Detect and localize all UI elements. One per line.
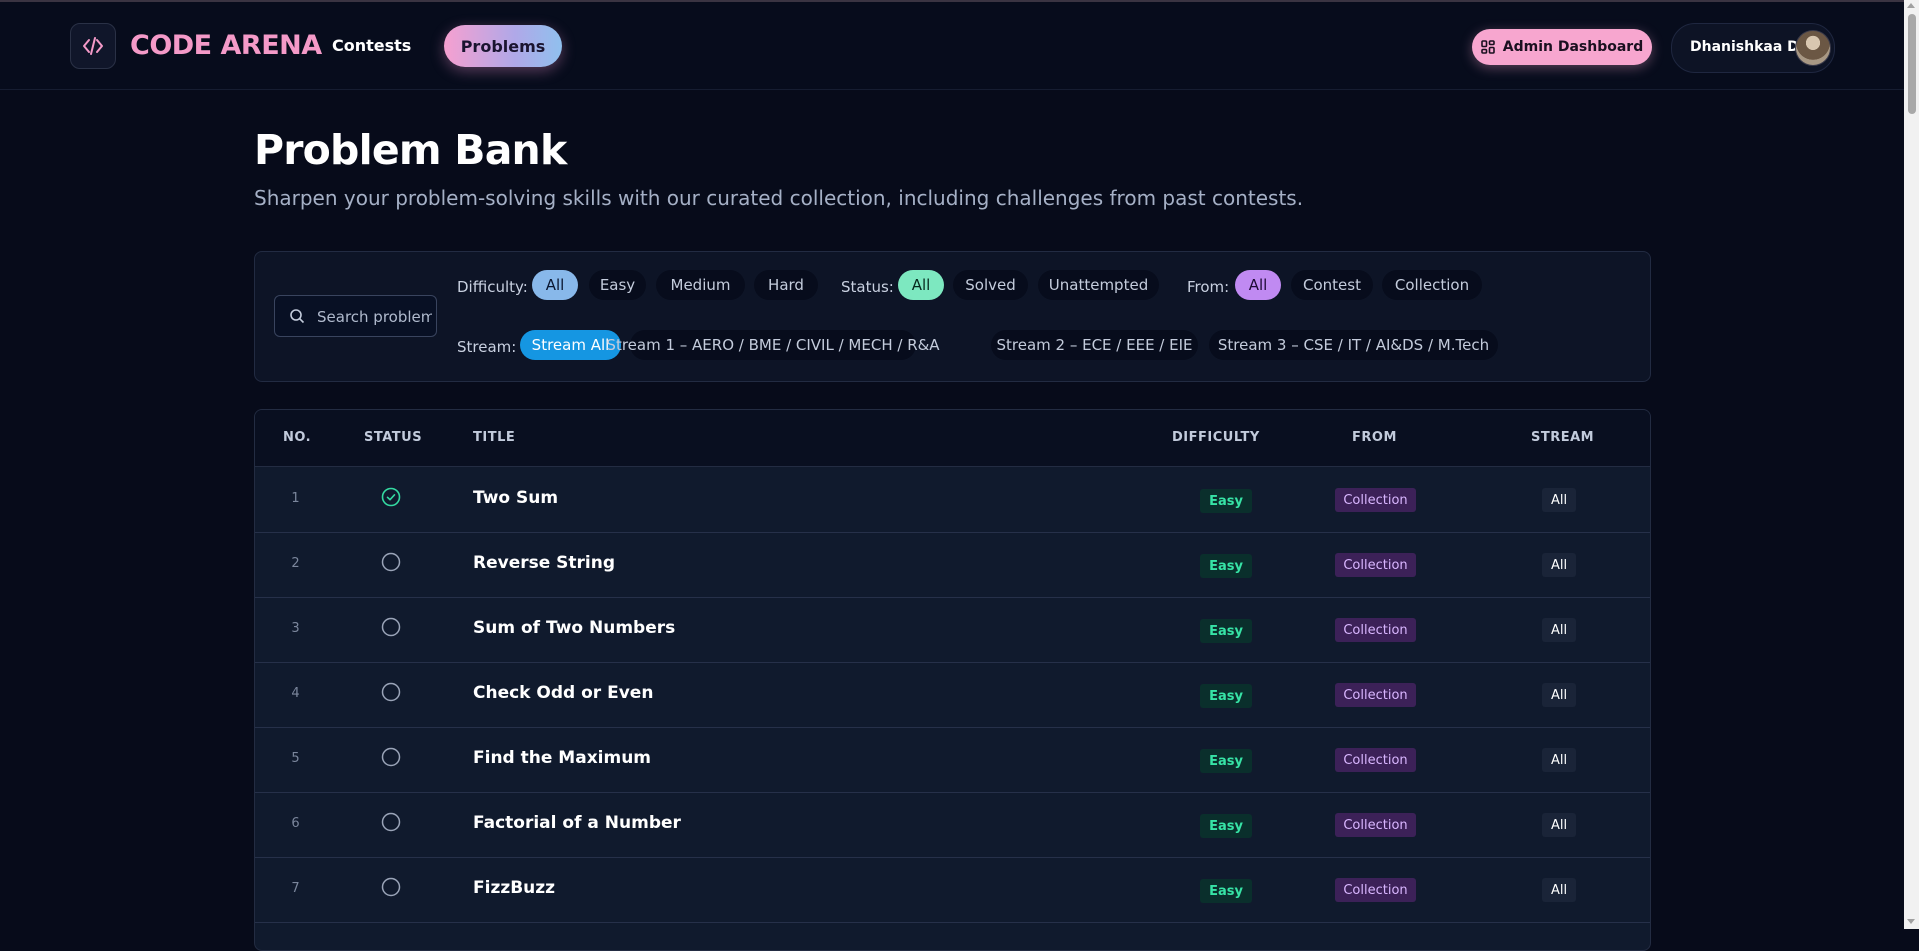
stream-badge: All	[1542, 488, 1576, 512]
problem-title[interactable]: Reverse String	[473, 553, 615, 573]
header-difficulty: DIFFICULTY	[1172, 430, 1260, 445]
header-status: STATUS	[364, 430, 423, 445]
stream-badge: All	[1542, 553, 1576, 577]
status-label: Status:	[841, 278, 894, 296]
difficulty-medium-chip[interactable]: Medium	[656, 270, 745, 300]
difficulty-badge: Easy	[1200, 879, 1252, 903]
difficulty-badge: Easy	[1200, 749, 1252, 773]
search-input[interactable]	[315, 305, 434, 329]
table-header: NO. STATUS TITLE DIFFICULTY FROM STREAM	[255, 410, 1650, 467]
stream-badge: All	[1542, 878, 1576, 902]
difficulty-badge: Easy	[1200, 814, 1252, 838]
status-all-chip[interactable]: All	[898, 270, 944, 300]
unattempted-circle-icon	[381, 617, 401, 637]
problem-title[interactable]: Check Odd or Even	[473, 683, 653, 703]
table-row[interactable]: 1 Two Sum Easy Collection All	[255, 467, 1650, 533]
from-contest-chip[interactable]: Contest	[1291, 270, 1373, 300]
nav-contests-link[interactable]: Contests	[332, 36, 411, 55]
solved-check-icon	[381, 487, 401, 507]
problem-title[interactable]: Factorial of a Number	[473, 813, 681, 833]
header-no: NO.	[283, 430, 312, 445]
table-row[interactable]: 6 Factorial of a Number Easy Collection …	[255, 792, 1650, 858]
status-solved-chip[interactable]: Solved	[953, 270, 1028, 300]
source-badge: Collection	[1335, 488, 1416, 512]
source-badge: Collection	[1335, 618, 1416, 642]
page-title: Problem Bank	[254, 126, 567, 174]
difficulty-all-chip[interactable]: All	[532, 270, 578, 300]
stream-badge: All	[1542, 618, 1576, 642]
brand-name[interactable]: CODE ARENA	[130, 30, 322, 61]
logo-badge[interactable]	[70, 23, 116, 69]
difficulty-badge: Easy	[1200, 619, 1252, 643]
scrollbar-thumb[interactable]	[1908, 14, 1916, 114]
row-number: 4	[291, 686, 300, 701]
from-all-chip[interactable]: All	[1235, 270, 1281, 300]
code-brackets-icon	[83, 37, 103, 55]
row-number: 3	[291, 621, 300, 636]
stream-badge: All	[1542, 683, 1576, 707]
search-box[interactable]	[274, 295, 437, 337]
page-scrollbar[interactable]	[1904, 0, 1919, 929]
header-title: TITLE	[473, 430, 516, 445]
problem-title[interactable]: Two Sum	[473, 488, 558, 508]
problems-table: NO. STATUS TITLE DIFFICULTY FROM STREAM …	[254, 409, 1651, 951]
row-number: 2	[291, 556, 300, 571]
stream-label: Stream:	[457, 338, 517, 356]
filter-panel: Difficulty: All Easy Medium Hard Status:…	[254, 251, 1651, 382]
table-row[interactable]: 3 Sum of Two Numbers Easy Collection All	[255, 597, 1650, 663]
problem-title[interactable]: Sum of Two Numbers	[473, 618, 675, 638]
row-number: 5	[291, 751, 300, 766]
row-number: 7	[291, 881, 300, 896]
difficulty-badge: Easy	[1200, 684, 1252, 708]
unattempted-circle-icon	[381, 682, 401, 702]
unattempted-circle-icon	[381, 812, 401, 832]
row-number: 1	[291, 491, 300, 506]
admin-dashboard-label: Admin Dashboard	[1502, 39, 1644, 55]
source-badge: Collection	[1335, 683, 1416, 707]
source-badge: Collection	[1335, 813, 1416, 837]
difficulty-badge: Easy	[1200, 554, 1252, 578]
header-stream: STREAM	[1531, 430, 1595, 445]
source-badge: Collection	[1335, 748, 1416, 772]
page-subtitle: Sharpen your problem-solving skills with…	[254, 186, 1304, 210]
unattempted-circle-icon	[381, 552, 401, 572]
avatar	[1795, 30, 1831, 66]
table-row[interactable]: 4 Check Odd or Even Easy Collection All	[255, 662, 1650, 728]
table-row[interactable]: 7 FizzBuzz Easy Collection All	[255, 857, 1650, 923]
table-row[interactable]: 5 Find the Maximum Easy Collection All	[255, 727, 1650, 793]
unattempted-circle-icon	[381, 877, 401, 897]
nav-problems-link[interactable]: Problems	[444, 25, 562, 67]
difficulty-badge: Easy	[1200, 489, 1252, 513]
stream-badge: All	[1542, 748, 1576, 772]
from-collection-chip[interactable]: Collection	[1382, 270, 1482, 300]
difficulty-label: Difficulty:	[457, 278, 528, 296]
source-badge: Collection	[1335, 553, 1416, 577]
user-name: Dhanishkaa D	[1690, 39, 1799, 55]
dashboard-grid-icon	[1480, 40, 1495, 54]
scroll-down-arrow-icon[interactable]	[1907, 919, 1915, 924]
stream-badge: All	[1542, 813, 1576, 837]
table-row[interactable]: 2 Reverse String Easy Collection All	[255, 532, 1650, 598]
stream-1-chip[interactable]: Stream 1 – AERO / BME / CIVIL / MECH / R…	[606, 330, 940, 360]
problem-title[interactable]: Find the Maximum	[473, 748, 651, 768]
difficulty-easy-chip[interactable]: Easy	[589, 270, 646, 300]
row-number: 6	[291, 816, 300, 831]
scroll-up-arrow-icon[interactable]	[1907, 3, 1915, 8]
source-badge: Collection	[1335, 878, 1416, 902]
status-unattempted-chip[interactable]: Unattempted	[1038, 270, 1159, 300]
user-menu[interactable]: Dhanishkaa D	[1671, 23, 1835, 73]
admin-dashboard-button[interactable]: Admin Dashboard	[1472, 29, 1652, 65]
top-navbar: CODE ARENA Contests Problems Admin Dashb…	[0, 2, 1904, 90]
difficulty-hard-chip[interactable]: Hard	[754, 270, 818, 300]
stream-3-chip[interactable]: Stream 3 – CSE / IT / AI&DS / M.Tech	[1209, 330, 1498, 360]
search-icon	[290, 309, 305, 324]
from-label: From:	[1187, 278, 1230, 296]
stream-2-chip[interactable]: Stream 2 – ECE / EEE / EIE	[991, 330, 1198, 360]
problem-title[interactable]: FizzBuzz	[473, 878, 555, 898]
header-from: FROM	[1352, 430, 1397, 445]
unattempted-circle-icon	[381, 747, 401, 767]
